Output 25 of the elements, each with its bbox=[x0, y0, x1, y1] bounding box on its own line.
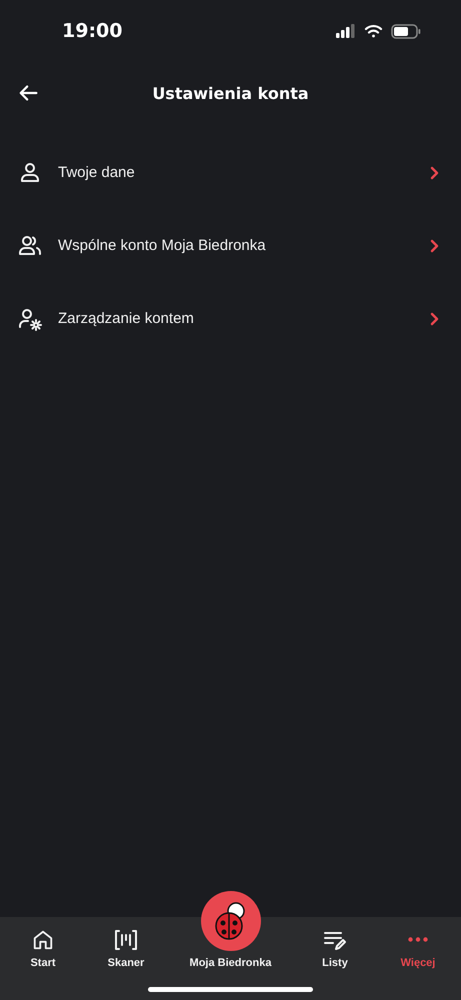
row-label: Wspólne konto Moja Biedronka bbox=[58, 237, 267, 254]
chevron-right-icon bbox=[429, 166, 439, 180]
chevron-right-icon bbox=[429, 312, 439, 326]
settings-row[interactable]: Zarządzanie kontem bbox=[0, 282, 461, 355]
settings-row[interactable]: Wspólne konto Moja Biedronka bbox=[0, 209, 461, 282]
more-icon bbox=[408, 937, 428, 942]
status-time: 19:00 bbox=[62, 20, 122, 42]
row-label: Twoje dane bbox=[58, 164, 136, 181]
row-label: Zarządzanie kontem bbox=[58, 310, 195, 327]
scan-icon bbox=[114, 929, 138, 951]
battery-icon bbox=[391, 24, 421, 38]
person-icon bbox=[18, 160, 42, 184]
wifi-icon bbox=[364, 24, 383, 38]
tab-item[interactable]: Skaner bbox=[80, 917, 172, 1000]
page-title: Ustawienia konta bbox=[152, 84, 309, 102]
settings-row[interactable]: Twoje dane bbox=[0, 136, 461, 209]
tab-item[interactable]: Listy bbox=[289, 917, 381, 1000]
signal-icon bbox=[336, 24, 356, 38]
tab-item[interactable]: Więcej bbox=[381, 917, 455, 1000]
home-icon bbox=[32, 929, 54, 951]
people-icon bbox=[18, 234, 42, 258]
tab-item[interactable]: Start bbox=[6, 917, 80, 1000]
person-gear-icon bbox=[18, 306, 42, 330]
chevron-right-icon bbox=[429, 238, 439, 252]
list-edit-icon bbox=[323, 929, 347, 951]
